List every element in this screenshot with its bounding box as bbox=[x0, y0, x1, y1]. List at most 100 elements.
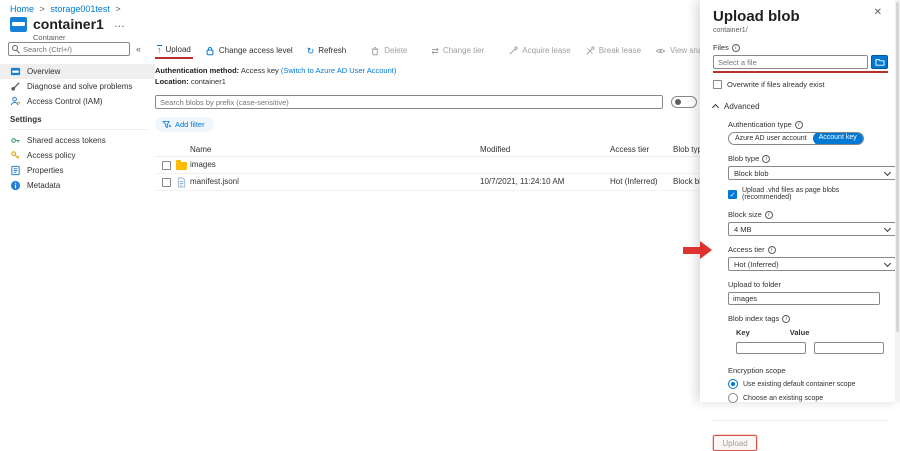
file-select-input[interactable] bbox=[713, 55, 868, 69]
sidebar-item-overview[interactable]: Overview bbox=[0, 64, 155, 79]
sidebar-item-diagnose[interactable]: Diagnose and solve problems bbox=[0, 79, 155, 94]
blob-name-link[interactable]: manifest.jsonl bbox=[190, 177, 239, 186]
auth-option-account-key[interactable]: Account key bbox=[813, 132, 863, 145]
acquire-lease-button[interactable]: Acquire lease bbox=[506, 44, 572, 59]
sidebar-item-shared-access-tokens[interactable]: Shared access tokens bbox=[0, 133, 155, 148]
tag-key-input[interactable] bbox=[736, 342, 806, 354]
encryption-scope-label: Encryption scope bbox=[728, 366, 888, 375]
tag-value-input[interactable] bbox=[814, 342, 884, 354]
column-header-modified[interactable]: Modified bbox=[480, 145, 510, 154]
chevron-down-icon bbox=[884, 168, 891, 175]
panel-subtitle: container1/ bbox=[713, 27, 888, 34]
info-icon bbox=[765, 211, 773, 219]
command-bar: ↑ Upload Change access level ↻ Refresh D… bbox=[155, 42, 700, 60]
token-icon bbox=[10, 135, 21, 146]
sidebar-settings-header: Settings bbox=[0, 109, 155, 127]
info-icon bbox=[762, 155, 770, 163]
change-tier-icon: ⇄ bbox=[431, 47, 439, 55]
column-header-blob-type[interactable]: Blob type bbox=[673, 145, 700, 154]
auth-type-segmented-control: Azure AD user account Account key bbox=[728, 132, 864, 145]
info-icon bbox=[732, 44, 740, 52]
upload-to-folder-label: Upload to folder bbox=[728, 280, 888, 289]
refresh-button[interactable]: ↻ Refresh bbox=[305, 44, 349, 58]
page-title: container1 bbox=[33, 16, 104, 32]
trash-icon bbox=[370, 46, 380, 56]
row-checkbox[interactable] bbox=[162, 178, 171, 187]
upload-to-folder-input[interactable] bbox=[728, 292, 880, 305]
tags-key-header: Key bbox=[736, 328, 750, 337]
more-menu-icon[interactable]: … bbox=[114, 18, 126, 30]
breadcrumb-home-link[interactable]: Home bbox=[10, 4, 34, 14]
blob-type-dropdown[interactable]: Block blob bbox=[728, 166, 896, 180]
encryption-default-radio-row[interactable]: Use existing default container scope bbox=[728, 379, 888, 389]
table-row[interactable]: images bbox=[155, 157, 700, 174]
breadcrumb-separator: > bbox=[40, 4, 45, 14]
sidebar-item-access-control[interactable]: Access Control (IAM) bbox=[0, 94, 155, 109]
upload-icon: ↑ bbox=[157, 45, 162, 54]
folder-icon bbox=[176, 162, 187, 170]
change-access-level-button[interactable]: Change access level bbox=[203, 44, 295, 59]
blob-index-tags-grid: Key Value bbox=[736, 328, 888, 354]
access-tier-label: Access tier bbox=[728, 245, 888, 254]
delete-button[interactable]: Delete bbox=[368, 44, 409, 59]
advanced-expander[interactable]: Advanced bbox=[713, 102, 888, 111]
break-lease-button[interactable]: Break lease bbox=[583, 44, 643, 59]
sidebar-search-input[interactable] bbox=[8, 42, 130, 56]
blob-type-label: Blob type bbox=[728, 154, 888, 163]
radio-selected[interactable] bbox=[728, 379, 738, 389]
chevron-up-icon bbox=[712, 104, 719, 111]
close-icon[interactable]: ✕ bbox=[874, 7, 882, 18]
vhd-checkbox-row[interactable]: ✓ Upload .vhd files as page blobs (recom… bbox=[728, 187, 888, 201]
info-icon bbox=[782, 315, 790, 323]
location-line: Location: container1 bbox=[155, 77, 700, 86]
sidebar: « Overview Diagnose and solve problems A… bbox=[0, 42, 155, 402]
annotation-underline bbox=[713, 71, 888, 73]
show-deleted-toggle[interactable] bbox=[671, 96, 697, 108]
wrench-icon bbox=[10, 81, 21, 92]
overwrite-checkbox[interactable] bbox=[713, 80, 722, 89]
scrollbar[interactable] bbox=[895, 0, 900, 402]
search-icon bbox=[12, 45, 18, 51]
sidebar-item-properties[interactable]: Properties bbox=[0, 163, 155, 178]
filter-plus-icon bbox=[162, 120, 171, 129]
blob-index-tags-label: Blob index tags bbox=[728, 314, 888, 323]
container-icon bbox=[10, 17, 27, 32]
info-icon bbox=[768, 246, 776, 254]
refresh-icon: ↻ bbox=[307, 47, 315, 55]
view-snapshots-button[interactable]: View snapshots bbox=[653, 44, 700, 59]
scrollbar-thumb[interactable] bbox=[896, 2, 899, 332]
break-lease-icon bbox=[585, 46, 595, 56]
lock-icon bbox=[205, 46, 215, 56]
files-label: Files bbox=[713, 43, 888, 52]
breadcrumb-storage-link[interactable]: storage001test bbox=[50, 4, 110, 14]
change-tier-button[interactable]: ⇄ Change tier bbox=[429, 44, 486, 58]
add-filter-button[interactable]: Add filter bbox=[155, 117, 214, 132]
folder-browse-icon bbox=[875, 58, 885, 66]
overview-icon bbox=[10, 66, 21, 77]
switch-auth-link[interactable]: (Switch to Azure AD User Account) bbox=[281, 66, 396, 75]
eye-icon bbox=[655, 46, 666, 56]
upload-blob-panel: ✕ Upload blob container1/ Files Overwrit… bbox=[700, 0, 900, 402]
upload-button[interactable]: ↑ Upload bbox=[155, 43, 193, 59]
table-row[interactable]: manifest.jsonl 10/7/2021, 11:24:10 AM Ho… bbox=[155, 174, 700, 191]
block-size-dropdown[interactable]: 4 MB bbox=[728, 222, 896, 236]
blob-name-link[interactable]: images bbox=[190, 160, 216, 169]
browse-files-button[interactable] bbox=[871, 55, 888, 69]
person-key-icon bbox=[10, 96, 21, 107]
row-checkbox[interactable] bbox=[162, 161, 171, 170]
column-header-access-tier[interactable]: Access tier bbox=[610, 145, 649, 154]
sidebar-item-metadata[interactable]: Metadata bbox=[0, 178, 155, 193]
vhd-checkbox[interactable]: ✓ bbox=[728, 190, 737, 199]
breadcrumb-separator: > bbox=[115, 4, 120, 14]
overwrite-checkbox-row[interactable]: Overwrite if files already exist bbox=[713, 80, 888, 89]
blob-prefix-search-input[interactable] bbox=[155, 95, 663, 109]
column-header-name[interactable]: Name bbox=[190, 145, 211, 154]
auth-option-aad[interactable]: Azure AD user account bbox=[729, 133, 813, 145]
panel-upload-button[interactable]: Upload bbox=[713, 435, 757, 451]
collapse-sidebar-icon[interactable]: « bbox=[136, 44, 141, 54]
sidebar-item-access-policy[interactable]: Access policy bbox=[0, 148, 155, 163]
access-tier-dropdown[interactable]: Hot (Inferred) bbox=[728, 257, 896, 271]
panel-title: Upload blob bbox=[713, 8, 888, 25]
properties-icon bbox=[10, 165, 21, 176]
tags-value-header: Value bbox=[790, 328, 810, 337]
